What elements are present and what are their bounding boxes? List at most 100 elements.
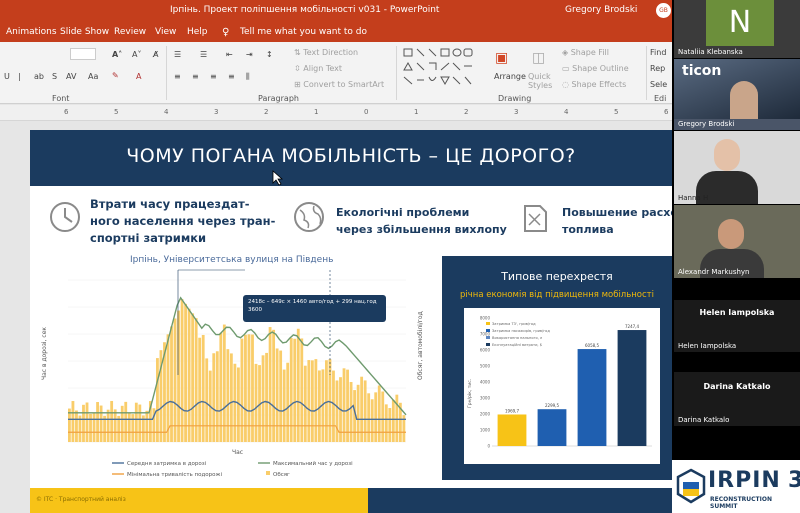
indent-increase-icon[interactable]: ⇥: [246, 50, 253, 59]
volume-bar: [82, 404, 85, 442]
text-direction-button[interactable]: ⇅ Text Direction: [294, 48, 358, 57]
font-color-icon[interactable]: A: [136, 72, 141, 81]
y-tick-label: 2000: [480, 412, 491, 417]
participant-tile[interactable]: Helen Iampolska Helen Iampolska: [674, 300, 800, 352]
strikethrough-icon[interactable]: ab: [34, 72, 44, 81]
ticon-logo: ticon: [682, 63, 722, 79]
legend-swatch: [486, 343, 490, 346]
find-button[interactable]: Find: [650, 48, 666, 57]
highlight-icon[interactable]: ✎: [112, 71, 119, 80]
volume-bar: [384, 404, 388, 442]
shadow-icon[interactable]: S: [52, 72, 57, 81]
chart1-ylabel-left: Час в дорозі, сек: [41, 327, 48, 380]
tab-view[interactable]: View: [155, 27, 176, 37]
arrange-button[interactable]: Arrange: [494, 72, 526, 81]
separator: [166, 46, 167, 100]
volume-bar: [187, 308, 191, 442]
shape-fill-button[interactable]: ◈ Shape Fill: [562, 48, 609, 57]
align-left-icon[interactable]: ≡: [174, 72, 181, 81]
callout-line: 2418с – 649с × 1460 авто/год + 299 нац.г…: [248, 299, 377, 305]
bar[interactable]: [617, 330, 647, 446]
tab-help[interactable]: Help: [187, 27, 208, 37]
ruler-tick: 2: [464, 108, 469, 116]
user-name[interactable]: Gregory Brodski: [565, 5, 637, 15]
participant-name: Helen Iampolska: [678, 342, 737, 350]
separator-icon: |: [18, 72, 21, 81]
line-spacing-icon[interactable]: ↕: [266, 50, 273, 59]
y-tick-label: 3000: [480, 396, 491, 401]
volume-bar: [303, 365, 307, 442]
bar[interactable]: [497, 414, 527, 446]
participant-tile[interactable]: N Nataliia Klebanska: [674, 0, 800, 58]
volume-bar: [349, 382, 353, 442]
arrange-icon[interactable]: ▣: [495, 50, 508, 66]
volume-bar: [212, 353, 216, 442]
participant-tile[interactable]: Alexandr Markushyn: [674, 205, 800, 278]
legend-item: Експлуатаційні витрати, $: [492, 343, 542, 347]
participant-name: Hanna H: [678, 194, 709, 202]
tab-slide-show[interactable]: Slide Show: [60, 27, 109, 37]
ruler-tick: 3: [214, 108, 219, 116]
font-size-box[interactable]: [70, 48, 96, 60]
participant-tile[interactable]: Hanna H: [674, 131, 800, 204]
ruler-tick: 0: [364, 108, 369, 116]
shrink-font-icon[interactable]: A˅: [132, 50, 141, 59]
volume-bar: [205, 358, 209, 442]
participant-tile[interactable]: Darina Katkalo Darina Katkalo: [674, 372, 800, 426]
fuel-can-icon: [524, 205, 547, 232]
justify-icon[interactable]: ≡: [228, 72, 235, 81]
grow-font-icon[interactable]: A˄: [112, 50, 122, 59]
quick-styles-button[interactable]: Quick Styles: [528, 72, 558, 90]
tab-animations[interactable]: Animations: [6, 27, 57, 37]
replace-button[interactable]: Rep: [650, 64, 665, 73]
bar[interactable]: [537, 409, 567, 446]
smartart-button[interactable]: ⊞ Convert to SmartArt: [294, 80, 384, 89]
participant-tile[interactable]: ticon Gregory Brodski: [674, 59, 800, 130]
volume-bar: [233, 363, 237, 442]
ruler-tick: 2: [264, 108, 269, 116]
shape-outline-button[interactable]: ▭ Shape Outline: [562, 64, 629, 73]
ribbon-tabs: Animations Slide Show Review View Help ♀…: [0, 22, 672, 42]
volume-bar: [106, 409, 110, 442]
select-button[interactable]: Sele: [650, 80, 667, 89]
volume-bar: [261, 355, 265, 442]
chart1-ylabel-right: Обсяг, автомобілі/год: [417, 311, 424, 380]
align-text-button[interactable]: ⇳ Align Text: [294, 64, 342, 73]
bar-value-label: 6058,5: [585, 343, 599, 348]
shape-effects-button[interactable]: ◌ Shape Effects: [562, 80, 626, 89]
legend-swatch: [266, 471, 270, 475]
align-right-icon[interactable]: ≡: [210, 72, 217, 81]
y-tick-label: 4000: [480, 380, 491, 385]
volume-bar: [293, 338, 297, 442]
quick-styles-icon[interactable]: ◫: [532, 50, 545, 66]
horizontal-ruler[interactable]: 6 5 4 3 2 1 0 1 2 3 4 5 6: [0, 105, 672, 121]
spacing-icon[interactable]: AV: [66, 72, 76, 81]
clear-format-icon[interactable]: A̸: [153, 50, 158, 59]
indent-decrease-icon[interactable]: ⇤: [226, 50, 233, 59]
numbering-icon[interactable]: ☰: [200, 50, 207, 59]
savings-chart-area[interactable]: 0 1000 2000 3000 4000 5000 6000 7000 8000 1969,7…: [464, 308, 660, 464]
participant-name: Darina Katkalo: [678, 416, 730, 424]
volume-bar: [268, 327, 272, 442]
volume-bar: [272, 329, 276, 442]
callout-line: 3600: [248, 307, 262, 313]
volume-bar: [356, 384, 360, 442]
tell-me-search[interactable]: Tell me what you want to do: [240, 27, 367, 37]
volume-bar: [307, 360, 311, 442]
drawing-group-label: Drawing: [498, 94, 532, 103]
underline-icon[interactable]: U: [4, 72, 10, 81]
volume-bar: [310, 360, 314, 442]
bullets-icon[interactable]: ☰: [174, 50, 181, 59]
slide[interactable]: ЧОМУ ПОГАНА МОБІЛЬНІСТЬ – ЦЕ ДОРОГО? Втр…: [30, 130, 672, 513]
align-center-icon[interactable]: ≡: [192, 72, 199, 81]
bar[interactable]: [577, 349, 607, 446]
columns-icon[interactable]: ⫼: [246, 72, 250, 82]
change-case-icon[interactable]: Aa: [88, 72, 98, 81]
shapes-gallery[interactable]: [402, 46, 486, 90]
volume-bar: [346, 369, 349, 442]
volume-bar: [138, 404, 142, 442]
user-avatar[interactable]: GB: [656, 3, 671, 18]
volume-bar: [180, 299, 184, 442]
tab-review[interactable]: Review: [114, 27, 146, 37]
font-group-label: Font: [52, 94, 70, 103]
